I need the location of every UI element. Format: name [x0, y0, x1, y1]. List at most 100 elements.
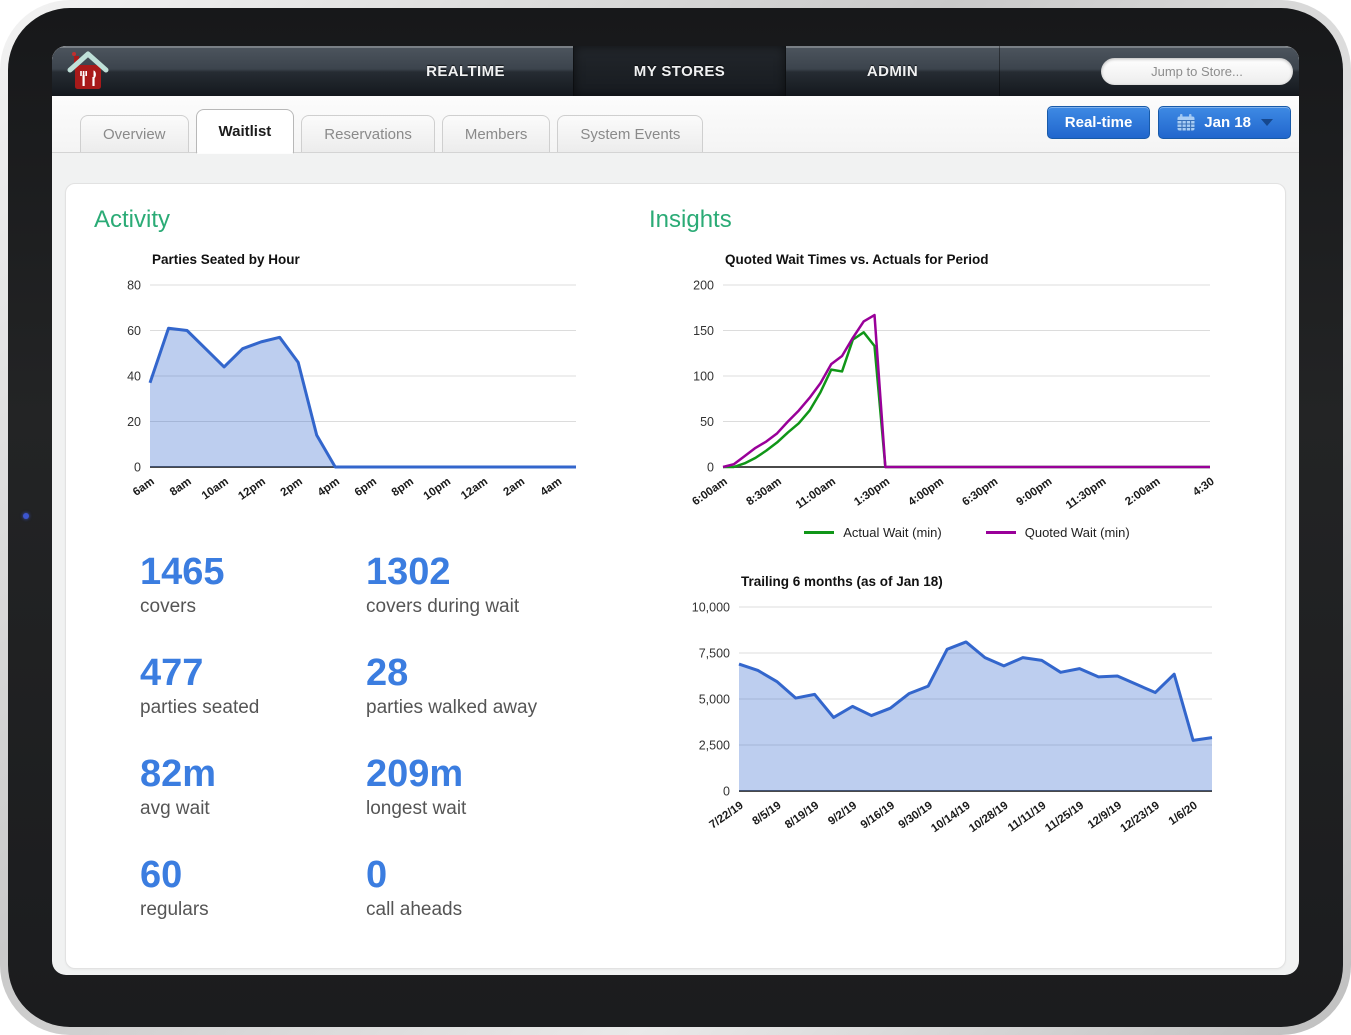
svg-text:11:30pm: 11:30pm: [1064, 476, 1109, 512]
stat-label: regulars: [140, 899, 209, 920]
stat-label: avg wait: [140, 798, 210, 819]
svg-text:10pm: 10pm: [422, 476, 453, 503]
svg-text:1/6/20: 1/6/20: [1167, 800, 1200, 828]
svg-text:150: 150: [693, 324, 714, 338]
tab-reservations[interactable]: Reservations: [301, 115, 435, 152]
jump-to-store-input[interactable]: [1101, 58, 1293, 85]
svg-text:50: 50: [700, 415, 714, 429]
insights-column: Insights Quoted Wait Times vs. Actuals f…: [649, 206, 1257, 946]
toolbar-actions: Real-time Jan 18: [1046, 106, 1291, 139]
tab-overview[interactable]: Overview: [80, 115, 189, 152]
svg-text:40: 40: [127, 370, 141, 384]
svg-text:7/22/19: 7/22/19: [707, 800, 745, 832]
tab-waitlist[interactable]: Waitlist: [195, 109, 295, 154]
quoted-vs-actual-wait-chart: 0 50 100 150 200 6:00am 8:30am 11:00am 1:30pm 4:0…: [677, 271, 1257, 523]
svg-text:20: 20: [127, 415, 141, 429]
quoted-vs-actual-chart-title: Quoted Wait Times vs. Actuals for Period: [725, 252, 989, 267]
svg-text:6:30pm: 6:30pm: [960, 476, 1000, 509]
svg-text:5,000: 5,000: [699, 693, 730, 707]
svg-text:12pm: 12pm: [236, 476, 267, 503]
svg-text:6pm: 6pm: [353, 476, 379, 499]
svg-text:9/2/19: 9/2/19: [826, 800, 859, 828]
svg-text:10am: 10am: [200, 476, 231, 503]
stat-parties-walked-away: 28 parties walked away: [366, 654, 649, 719]
svg-text:8:30am: 8:30am: [744, 476, 783, 509]
date-picker-label: Jan 18: [1204, 114, 1251, 131]
svg-text:1:30pm: 1:30pm: [852, 476, 892, 509]
svg-text:10/14/19: 10/14/19: [929, 800, 973, 836]
svg-text:11/25/19: 11/25/19: [1043, 800, 1086, 835]
svg-text:11:00am: 11:00am: [794, 476, 838, 512]
activity-heading: Activity: [94, 206, 171, 233]
parties-seated-chart-title: Parties Seated by Hour: [152, 252, 300, 267]
svg-text:0: 0: [723, 785, 730, 799]
stat-value: 209m: [366, 753, 464, 795]
svg-text:9:00pm: 9:00pm: [1015, 476, 1055, 509]
stat-label: covers during wait: [366, 596, 520, 617]
dashboard-card: Activity Parties Seated by Hour 0 20 40 60 8…: [65, 183, 1286, 969]
nav-item-realtime[interactable]: REALTIME: [358, 46, 573, 96]
top-nav: REALTIME MY STORES ADMIN: [52, 46, 1299, 96]
trailing-6-months-chart: 0 2,500 5,000 7,500 10,000 7/22/19 8/5/19 8/19/…: [677, 593, 1257, 853]
stat-value: 1465: [140, 551, 225, 593]
realtime-button-label: Real-time: [1064, 114, 1133, 131]
activity-column: Activity Parties Seated by Hour 0 20 40 60 8…: [94, 206, 649, 946]
tablet-bezel: REALTIME MY STORES ADMIN Overview Waitli…: [8, 8, 1343, 1027]
camera-dot: [23, 513, 29, 519]
stat-label: call aheads: [366, 899, 463, 920]
svg-text:100: 100: [693, 370, 714, 384]
svg-text:7,500: 7,500: [699, 647, 730, 661]
stat-covers: 1465 covers: [140, 553, 366, 618]
svg-text:4:30: 4:30: [1191, 476, 1217, 499]
stat-label: covers: [140, 596, 196, 617]
stat-avg-wait: 82m avg wait: [140, 755, 366, 820]
svg-text:80: 80: [127, 279, 141, 293]
svg-text:10,000: 10,000: [692, 601, 730, 615]
svg-text:9/16/19: 9/16/19: [859, 800, 897, 832]
svg-text:8am: 8am: [168, 476, 194, 499]
legend-item: Actual Wait (min): [804, 525, 942, 540]
stat-parties-seated: 477 parties seated: [140, 654, 366, 719]
trailing-6-months-chart-block: Trailing 6 months (as of Jan 18) 0 2,500 5…: [677, 574, 1257, 853]
stat-label: longest wait: [366, 798, 467, 819]
quoted-vs-actual-chart-block: Quoted Wait Times vs. Actuals for Period…: [677, 252, 1257, 540]
restaurant-house-logo-icon[interactable]: [66, 49, 110, 93]
tab-bar: Overview Waitlist Reservations Members S…: [52, 96, 1299, 154]
activity-stats: 1465 covers 1302 covers during wait 477 …: [140, 553, 649, 921]
caret-down-icon: [1261, 119, 1273, 126]
svg-text:11/11/19: 11/11/19: [1006, 800, 1049, 835]
date-picker-button[interactable]: Jan 18: [1158, 106, 1291, 139]
tab-system-events[interactable]: System Events: [557, 115, 704, 152]
stat-regulars: 60 regulars: [140, 856, 366, 921]
stat-value: 60: [140, 854, 183, 896]
svg-text:4am: 4am: [538, 476, 564, 499]
legend-item: Quoted Wait (min): [985, 525, 1130, 540]
svg-text:8pm: 8pm: [390, 476, 416, 499]
stat-label: parties walked away: [366, 697, 538, 718]
realtime-button[interactable]: Real-time: [1046, 106, 1151, 139]
svg-text:2,500: 2,500: [699, 739, 730, 753]
stat-label: parties seated: [140, 697, 260, 718]
trailing-6-months-chart-title: Trailing 6 months (as of Jan 18): [741, 574, 943, 589]
stat-value: 28: [366, 652, 409, 694]
nav-item-admin[interactable]: ADMIN: [786, 46, 1000, 96]
svg-text:8/19/19: 8/19/19: [783, 800, 821, 832]
nav-item-my-stores[interactable]: MY STORES: [573, 46, 786, 96]
parties-seated-by-hour-chart: 0 20 40 60 80 6am 8am 10am 12pm 2pm 4pm 6pm 8pm 10pm 1…: [106, 271, 649, 523]
page-content: Activity Parties Seated by Hour 0 20 40 60 8…: [52, 153, 1299, 975]
svg-text:8/5/19: 8/5/19: [750, 800, 783, 828]
stat-value: 477: [140, 652, 204, 694]
svg-text:4pm: 4pm: [316, 476, 342, 499]
stat-covers-during-wait: 1302 covers during wait: [366, 553, 649, 618]
svg-text:6:00am: 6:00am: [690, 476, 729, 509]
stat-value: 1302: [366, 551, 451, 593]
svg-text:4:00pm: 4:00pm: [906, 476, 946, 509]
parties-seated-chart-block: Parties Seated by Hour 0 20 40 60 80 6am 8am 10…: [106, 252, 649, 523]
tab-members[interactable]: Members: [441, 115, 551, 152]
stat-longest-wait: 209m longest wait: [366, 755, 649, 820]
insights-heading: Insights: [649, 206, 732, 233]
svg-text:0: 0: [707, 461, 714, 475]
svg-text:0: 0: [134, 461, 141, 475]
app-screen: REALTIME MY STORES ADMIN Overview Waitli…: [52, 46, 1299, 975]
stat-value: 82m: [140, 753, 217, 795]
